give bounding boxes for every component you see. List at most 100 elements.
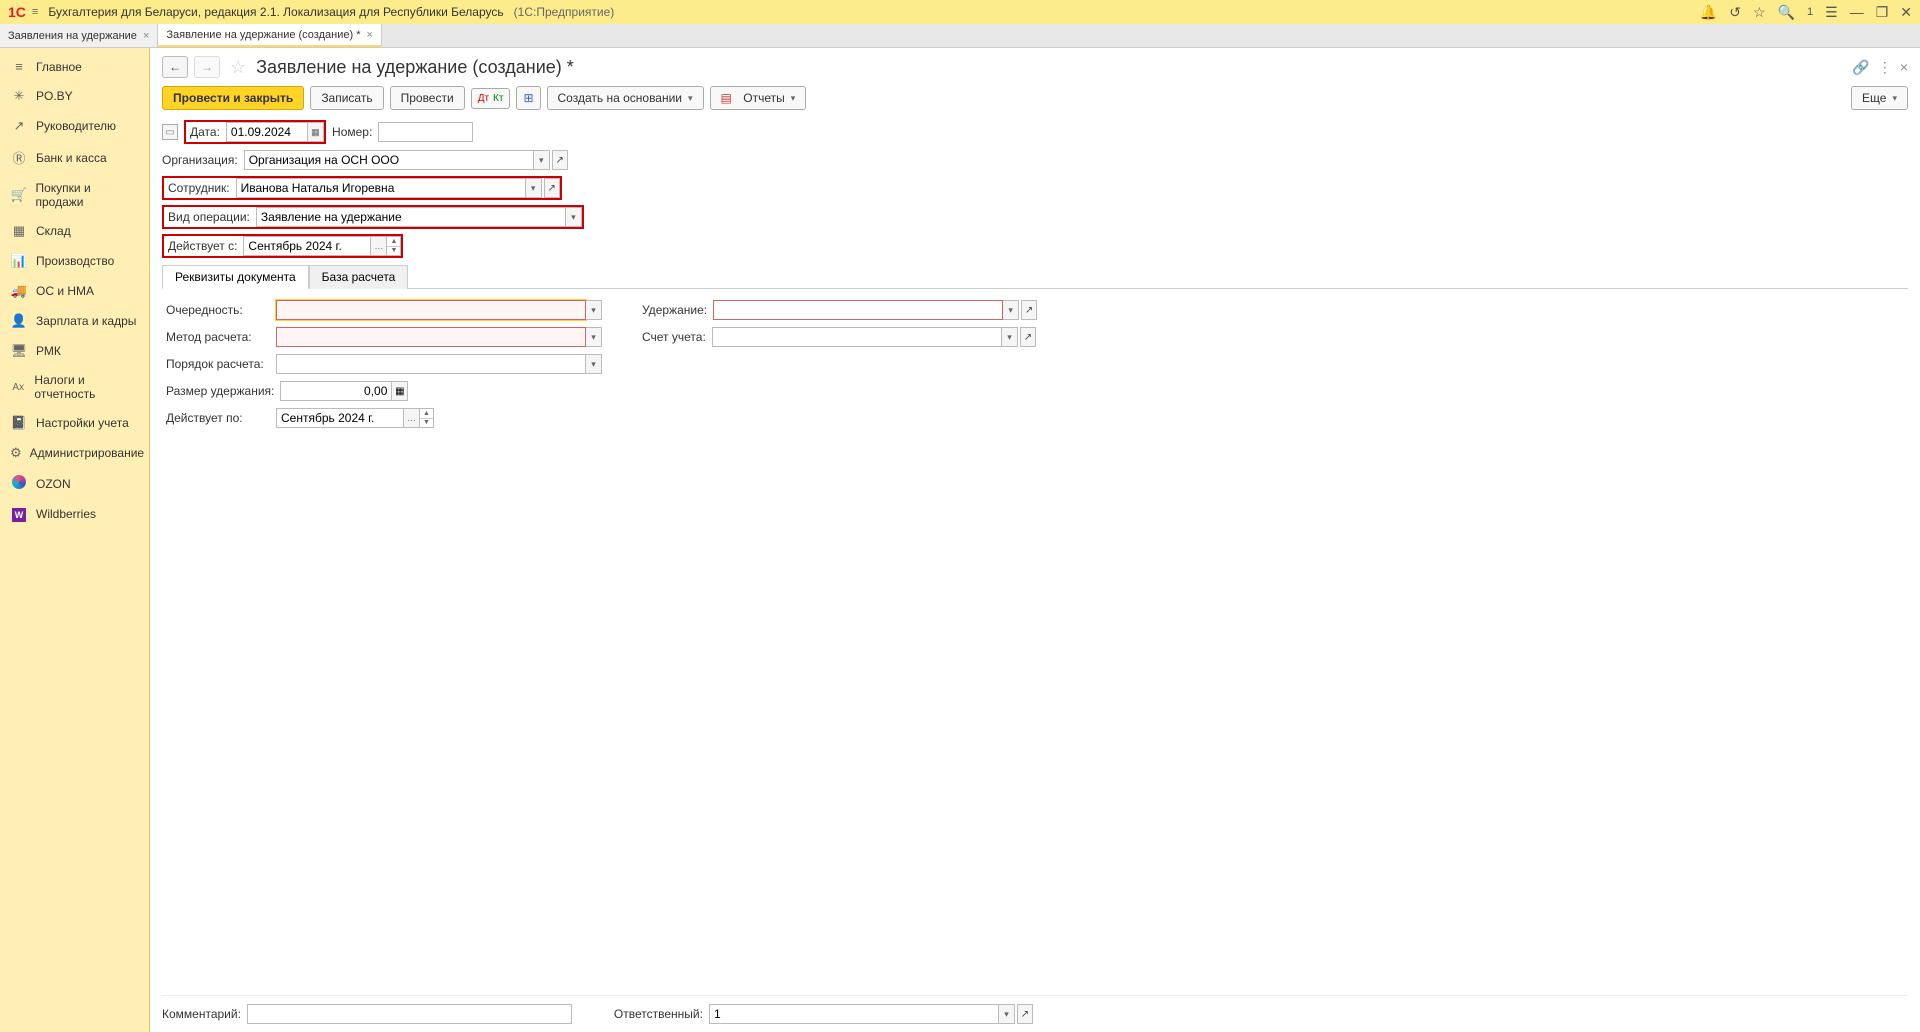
nav-taxes[interactable]: AxНалоги и отчетность [0, 366, 149, 408]
nav-label: Налоги и отчетность [34, 373, 139, 401]
nav-production[interactable]: 📊Производство [0, 246, 149, 276]
dropdown-icon[interactable]: ▾ [1003, 300, 1019, 320]
dropdown-icon[interactable]: ▾ [1002, 327, 1018, 347]
ellipsis-icon[interactable]: … [404, 408, 420, 428]
ellipsis-icon[interactable]: … [371, 236, 387, 256]
restore-icon[interactable]: ❐ [1876, 4, 1889, 21]
close-icon[interactable]: ✕ [1900, 4, 1912, 21]
row-account: Счет учета: ▾ ↗ [642, 326, 1037, 348]
minimize-icon[interactable]: — [1850, 4, 1864, 20]
gear-icon: ⚙ [10, 445, 22, 461]
structure-button[interactable]: ⊞ [516, 86, 540, 110]
post-and-close-button[interactable]: Провести и закрыть [162, 86, 304, 110]
nav-payroll[interactable]: 👤Зарплата и кадры [0, 306, 149, 336]
footer: Комментарий: Ответственный: ▾ ↗ [162, 995, 1908, 1024]
tab-document-details[interactable]: Реквизиты документа [162, 265, 309, 289]
bell-icon[interactable]: 🔔 [1700, 4, 1717, 21]
more-menu-icon[interactable]: ⋮ [1878, 59, 1892, 76]
until-input[interactable] [276, 408, 404, 428]
nav-rmk[interactable]: 🖥РМК [0, 336, 149, 366]
dropdown-icon[interactable]: ▾ [999, 1004, 1015, 1024]
tab-calc-base[interactable]: База расчета [309, 265, 409, 289]
close-page-icon[interactable]: × [1900, 59, 1908, 76]
pos-icon: 🖥 [10, 343, 28, 359]
method-input[interactable] [276, 327, 586, 347]
nav-wildberries[interactable]: WWildberries [0, 499, 149, 529]
deduction-input[interactable] [713, 300, 1003, 320]
production-icon: 📊 [10, 253, 28, 269]
account-label: Счет учета: [642, 330, 712, 344]
nav-manager[interactable]: ↗Руководителю [0, 111, 149, 141]
spinner[interactable]: ▲▼ [387, 236, 401, 256]
post-button[interactable]: Провести [390, 86, 465, 110]
dropdown-icon[interactable]: ▾ [566, 207, 582, 227]
nav-label: Руководителю [36, 119, 116, 133]
comment-input[interactable] [247, 1004, 572, 1024]
priority-input[interactable] [276, 300, 586, 320]
back-button[interactable]: ← [162, 56, 188, 78]
operation-input[interactable] [256, 207, 566, 227]
nav-warehouse[interactable]: ▦Склад [0, 216, 149, 246]
reports-button[interactable]: ▤ Отчеты▾ [710, 86, 807, 110]
truck-icon: 🚚 [10, 283, 28, 299]
user-count: 1 [1807, 6, 1813, 18]
dt-kt-button[interactable]: ДтКт [471, 88, 511, 109]
account-input[interactable] [712, 327, 1002, 347]
effective-from-input[interactable] [243, 236, 371, 256]
warehouse-icon: ▦ [10, 223, 28, 239]
deduction-label: Удержание: [642, 303, 713, 317]
number-input[interactable] [378, 122, 473, 142]
open-icon[interactable]: ↗ [552, 150, 568, 170]
app-title: Бухгалтерия для Беларуси, редакция 2.1. … [48, 5, 1700, 19]
open-icon[interactable]: ↗ [1017, 1004, 1033, 1024]
close-tab-icon[interactable]: × [143, 30, 149, 42]
calculator-icon[interactable]: ▦ [392, 381, 408, 401]
search-icon[interactable]: 🔍 [1778, 4, 1795, 21]
row-deduction: Удержание: ▾ ↗ [642, 299, 1037, 321]
dropdown-icon[interactable]: ▾ [586, 327, 602, 347]
nav-poby[interactable]: ✳PO.BY [0, 81, 149, 111]
nav-bank[interactable]: ⓇБанк и касса [0, 141, 149, 174]
menu-icon[interactable]: ≡ [32, 6, 38, 18]
date-highlight: Дата: ▦ [184, 120, 326, 144]
procedure-input[interactable] [276, 354, 586, 374]
close-tab-icon[interactable]: × [366, 29, 372, 41]
open-icon[interactable]: ↗ [544, 178, 560, 198]
form-area: ▭ Дата: ▦ Номер: Организация: [162, 120, 1908, 995]
open-icon[interactable]: ↗ [1020, 327, 1036, 347]
date-input[interactable] [226, 122, 308, 142]
comment-label: Комментарий: [162, 1007, 241, 1021]
nav-ozon[interactable]: OZON [0, 468, 149, 499]
tab-deduction-create[interactable]: Заявление на удержание (создание) * × [158, 24, 382, 47]
settings-icon[interactable]: ☰ [1825, 4, 1838, 21]
nav-main[interactable]: ≡Главное [0, 52, 149, 81]
link-icon[interactable]: 🔗 [1852, 59, 1869, 76]
nav-sales[interactable]: 🛒Покупки и продажи [0, 174, 149, 216]
favorite-icon[interactable]: ☆ [230, 57, 246, 78]
history-icon[interactable]: ↺ [1729, 4, 1741, 21]
tab-deductions-list[interactable]: Заявления на удержание × [0, 24, 158, 47]
open-icon[interactable]: ↗ [1021, 300, 1037, 320]
employee-input[interactable] [236, 178, 526, 198]
star-icon[interactable]: ☆ [1753, 4, 1766, 21]
dropdown-icon[interactable]: ▾ [586, 354, 602, 374]
amount-input[interactable] [280, 381, 392, 401]
content-area: ← → ☆ Заявление на удержание (создание) … [150, 48, 1920, 1032]
save-button[interactable]: Записать [310, 86, 383, 110]
spinner[interactable]: ▲▼ [420, 408, 434, 428]
employee-highlight: Сотрудник: ▾ ↗ [162, 176, 562, 200]
nav-assets[interactable]: 🚚ОС и НМА [0, 276, 149, 306]
organization-input[interactable] [244, 150, 534, 170]
calendar-icon[interactable]: ▦ [308, 122, 324, 142]
left-column: Очередность: ▾ Метод расчета: ▾ [166, 299, 602, 434]
dropdown-icon[interactable]: ▾ [586, 300, 602, 320]
nav-label: Администрирование [30, 446, 144, 460]
create-based-button[interactable]: Создать на основании▾ [547, 86, 704, 110]
more-button[interactable]: Еще▾ [1851, 86, 1908, 110]
nav-admin[interactable]: ⚙ Администрирование [0, 438, 149, 468]
responsible-input[interactable] [709, 1004, 999, 1024]
forward-button[interactable]: → [194, 56, 220, 78]
nav-settings[interactable]: 📓Настройки учета [0, 408, 149, 438]
dropdown-icon[interactable]: ▾ [526, 178, 542, 198]
dropdown-icon[interactable]: ▾ [534, 150, 550, 170]
